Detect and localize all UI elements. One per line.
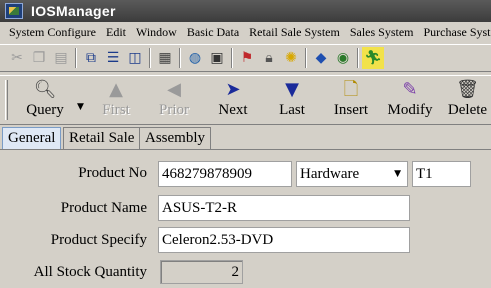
first-button[interactable]: ▲ First	[94, 79, 138, 123]
globe-icon[interactable]: ◍	[184, 47, 206, 69]
disc-icon[interactable]: ◉	[332, 47, 354, 69]
tile-vertical-icon[interactable]: ◫	[124, 47, 146, 69]
last-button[interactable]: ▼ Last	[270, 79, 314, 123]
lock-icon[interactable]: 🔒︎	[258, 47, 280, 69]
trash-icon: 🗑︎	[456, 79, 479, 100]
report-icon[interactable]: ▣	[206, 47, 228, 69]
menu-system-configure[interactable]: System Configure	[0, 25, 101, 40]
product-specify-label: Product Specify	[50, 232, 147, 248]
toolbar-grip[interactable]	[5, 80, 8, 120]
toolbar-separator	[149, 48, 151, 68]
record-toolbar: 🔍︎ Query ▼ ▲ First ◀ Prior ➤ Next ▼ Last…	[0, 75, 491, 125]
toolbar-separator	[231, 48, 233, 68]
code-field[interactable]: T1	[412, 161, 471, 187]
copy-icon[interactable]: ❐	[28, 47, 50, 69]
insert-button[interactable]: 🗋︎ Insert	[326, 79, 376, 123]
prior-arrow-icon: ◀	[167, 79, 181, 100]
prior-button[interactable]: ◀ Prior	[152, 79, 196, 123]
calculator-icon[interactable]: ▦	[154, 47, 176, 69]
general-panel: Product No 468279878909 Hardware ▼ T1 Pr…	[0, 149, 491, 288]
menu-retail-sale-system[interactable]: Retail Sale System	[244, 25, 345, 40]
query-button[interactable]: 🔍︎ Query	[20, 79, 70, 123]
window-title: IOSManager	[31, 3, 116, 19]
pencil-icon: ✎	[402, 79, 418, 100]
category-value: Hardware	[300, 166, 360, 182]
next-button[interactable]: ➤ Next	[210, 79, 256, 123]
cut-icon[interactable]: ✂	[6, 47, 28, 69]
menu-bar: System Configure Edit Window Basic Data …	[0, 22, 491, 43]
magnifier-icon: 🔍︎	[33, 79, 57, 100]
paste-icon[interactable]: ▤	[50, 47, 72, 69]
diamond-icon[interactable]: ◆	[310, 47, 332, 69]
next-arrow-icon: ➤	[225, 79, 241, 100]
stock-quantity-label: All Stock Quantity	[33, 264, 147, 280]
menu-edit[interactable]: Edit	[101, 25, 131, 40]
cascade-icon[interactable]: ⧉	[80, 47, 102, 69]
tile-horizontal-icon[interactable]: ☰	[102, 47, 124, 69]
chevron-down-icon: ▼	[394, 169, 401, 179]
first-arrow-icon: ▲	[109, 79, 123, 100]
product-no-label: Product No	[78, 165, 147, 181]
product-name-field[interactable]: ASUS-T2-R	[158, 195, 410, 221]
app-icon	[5, 3, 23, 19]
product-specify-field[interactable]: Celeron2.53-DVD	[158, 227, 410, 253]
product-no-field[interactable]: 468279878909	[158, 161, 292, 187]
menu-basic-data[interactable]: Basic Data	[182, 25, 244, 40]
product-name-label: Product Name	[60, 200, 147, 216]
last-arrow-icon: ▼	[285, 79, 299, 100]
category-select[interactable]: Hardware ▼	[296, 161, 408, 187]
menu-purchase-system[interactable]: Purchase System	[419, 25, 491, 40]
tab-strip: General Retail Sale Assembly	[0, 127, 491, 149]
tab-general[interactable]: General	[2, 127, 62, 149]
toolbar-separator	[357, 48, 359, 68]
modify-button[interactable]: ✎ Modify	[384, 79, 436, 123]
toolbar-separator	[305, 48, 307, 68]
menu-window[interactable]: Window	[131, 25, 182, 40]
standard-toolbar: ✂ ❐ ▤ ⧉ ☰ ◫ ▦ ◍ ▣ ⚑ 🔒︎ ✺ ◆ ◉ 🏃︎	[0, 44, 491, 72]
menu-sales-system[interactable]: Sales System	[345, 25, 419, 40]
tab-assembly[interactable]: Assembly	[139, 127, 211, 149]
flag-icon[interactable]: ⚑	[236, 47, 258, 69]
query-dropdown-icon[interactable]: ▼	[77, 102, 84, 112]
exit-person-icon[interactable]: 🏃︎	[362, 47, 384, 69]
delete-button[interactable]: 🗑︎ Delete	[444, 79, 491, 123]
stock-quantity-field: 2	[160, 260, 243, 284]
tab-retail-sale[interactable]: Retail Sale	[63, 127, 141, 149]
lightbulb-icon[interactable]: ✺	[280, 47, 302, 69]
toolbar-separator	[75, 48, 77, 68]
new-document-icon: 🗋︎	[343, 79, 359, 100]
title-bar: IOSManager	[0, 0, 491, 22]
toolbar-separator	[179, 48, 181, 68]
